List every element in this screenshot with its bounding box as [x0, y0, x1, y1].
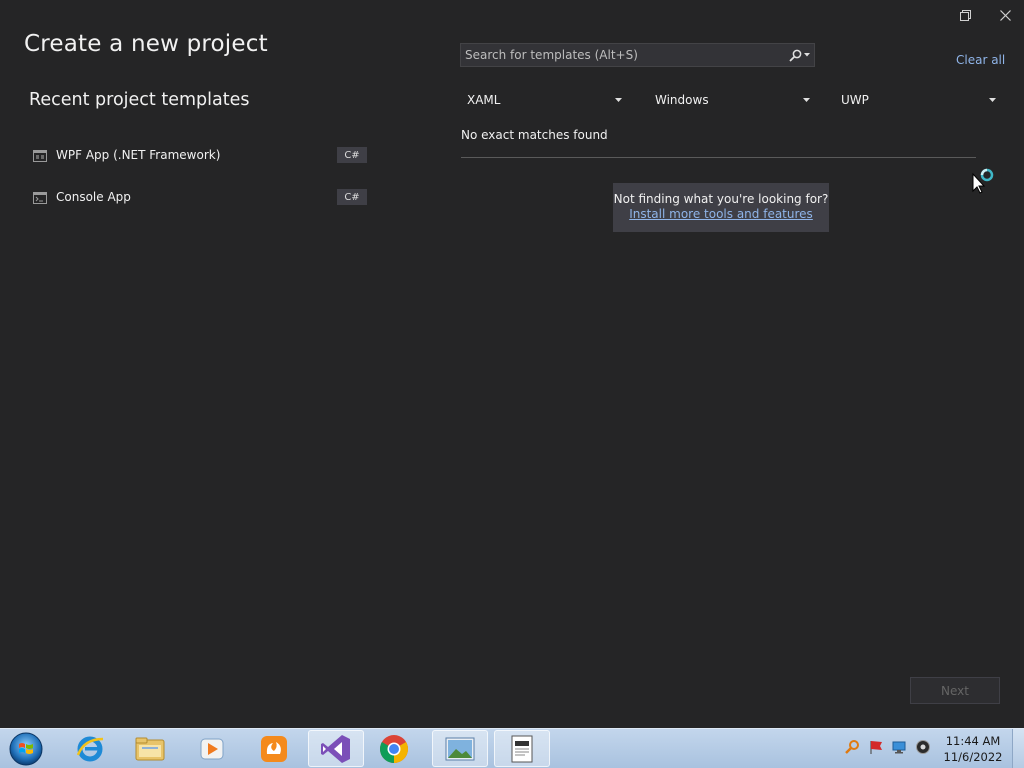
platform-filter-value: Windows — [655, 93, 709, 107]
install-more-tools-link[interactable]: Install more tools and features — [613, 207, 829, 221]
show-desktop-button[interactable] — [1012, 729, 1024, 768]
clock-date: 11/6/2022 — [943, 750, 1003, 764]
windows-taskbar: 11:44 AM 11/6/2022 — [0, 728, 1024, 768]
platform-filter-dropdown[interactable]: Windows — [649, 89, 816, 111]
recent-template-wpf-app[interactable]: WPF App (.NET Framework) C# — [29, 140, 371, 170]
wpf-app-icon — [32, 147, 48, 163]
restore-icon — [959, 9, 971, 21]
recent-template-console-app[interactable]: Console App C# — [29, 182, 371, 212]
language-badge: C# — [337, 189, 367, 205]
photo-viewer-icon — [445, 737, 475, 760]
taskbar-photo-viewer[interactable] — [432, 730, 488, 767]
install-hint-box: Not finding what you're looking for? Ins… — [613, 183, 829, 232]
language-badge: C# — [337, 147, 367, 163]
internet-explorer-icon — [76, 736, 104, 761]
clock-time: 11:44 AM — [945, 734, 1001, 748]
taskbar-chrome[interactable] — [366, 730, 422, 767]
network-icon — [892, 741, 906, 754]
tray-network[interactable] — [889, 737, 909, 757]
busy-cursor-icon — [970, 166, 998, 198]
tray-volume[interactable] — [913, 737, 933, 757]
chevron-down-icon — [615, 98, 622, 102]
chevron-down-icon — [989, 98, 996, 102]
restore-window-button[interactable] — [950, 4, 980, 26]
template-search-box — [460, 43, 815, 67]
template-search-input[interactable] — [461, 44, 784, 66]
taskbar-internet-explorer[interactable] — [62, 730, 118, 767]
template-label: Console App — [56, 190, 131, 204]
chevron-down-icon — [803, 98, 810, 102]
recent-templates-title: Recent project templates — [29, 90, 250, 110]
start-button[interactable] — [6, 730, 46, 768]
tray-search[interactable] — [842, 737, 862, 757]
uc-browser-icon — [261, 735, 287, 762]
chevron-down-icon — [803, 53, 810, 57]
notepad-icon — [511, 735, 533, 762]
language-filter-dropdown[interactable]: XAML — [461, 89, 628, 111]
chrome-icon — [380, 734, 408, 763]
next-button[interactable]: Next — [910, 677, 1000, 704]
close-icon — [999, 9, 1011, 21]
taskbar-clock[interactable]: 11:44 AM 11/6/2022 — [940, 733, 1006, 765]
file-explorer-icon — [135, 737, 165, 760]
media-player-icon — [200, 738, 224, 759]
clear-all-link[interactable]: Clear all — [956, 53, 1005, 67]
project-type-filter-value: UWP — [841, 93, 869, 107]
tray-action-center[interactable] — [866, 737, 886, 757]
search-options-button[interactable] — [784, 44, 814, 66]
taskbar-visual-studio[interactable] — [308, 730, 364, 767]
template-label: WPF App (.NET Framework) — [56, 148, 221, 162]
page-title: Create a new project — [24, 31, 268, 57]
no-matches-message: No exact matches found — [461, 128, 608, 142]
windows-start-icon — [9, 732, 43, 766]
search-icon — [788, 49, 801, 62]
results-divider — [461, 157, 976, 158]
create-project-window: Create a new project Recent project temp… — [0, 0, 1024, 728]
close-window-button[interactable] — [990, 4, 1020, 26]
hint-text: Not finding what you're looking for? — [613, 192, 829, 206]
console-app-icon — [32, 189, 48, 205]
volume-icon — [916, 740, 930, 754]
flag-icon — [870, 741, 882, 754]
search-tray-icon — [845, 740, 859, 754]
project-type-filter-dropdown[interactable]: UWP — [835, 89, 1002, 111]
taskbar-media-player[interactable] — [184, 730, 240, 767]
visual-studio-icon — [321, 734, 350, 763]
taskbar-uc-browser[interactable] — [246, 730, 302, 767]
taskbar-notepad[interactable] — [494, 730, 550, 767]
language-filter-value: XAML — [467, 93, 501, 107]
taskbar-file-explorer[interactable] — [122, 730, 178, 767]
